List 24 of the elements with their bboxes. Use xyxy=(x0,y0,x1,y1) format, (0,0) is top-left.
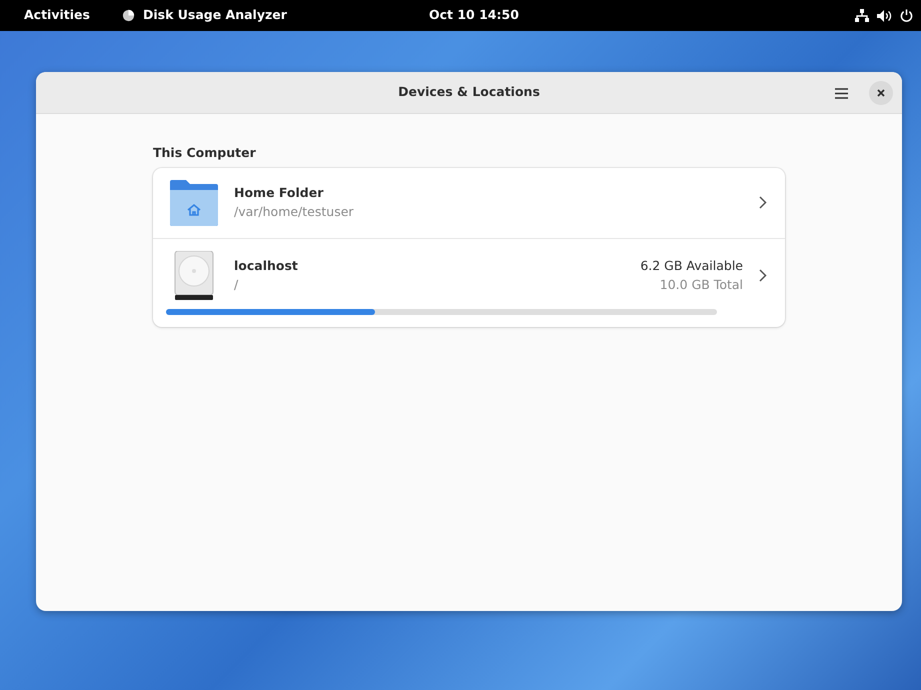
close-icon xyxy=(877,89,885,97)
chevron-right-icon xyxy=(759,196,767,210)
chevron-right-icon xyxy=(759,269,767,282)
total-space: 10.0 GB Total xyxy=(658,276,743,294)
folder-icon xyxy=(170,180,218,226)
network-icon[interactable] xyxy=(855,9,869,22)
menu-icon xyxy=(834,88,848,98)
volume-icon[interactable] xyxy=(877,10,892,22)
location-row[interactable]: Home Folder /var/home/testuser xyxy=(153,168,785,238)
power-icon[interactable] xyxy=(900,9,913,22)
location-row[interactable]: localhost / 6.2 GB Available 10.0 GB Total xyxy=(153,238,785,327)
app-menu-label[interactable]: Disk Usage Analyzer xyxy=(142,6,287,25)
location-name: Home Folder xyxy=(234,184,324,202)
section-title: This Computer xyxy=(153,144,257,162)
location-name: localhost xyxy=(234,257,299,275)
hard-drive-icon xyxy=(174,250,214,301)
location-path: / xyxy=(234,276,240,294)
window-title: Devices & Locations xyxy=(398,83,540,102)
available-space: 6.2 GB Available xyxy=(640,257,743,275)
activities-button[interactable]: Activities xyxy=(24,6,90,25)
location-path: /var/home/testuser xyxy=(234,202,355,221)
pie-chart-icon xyxy=(122,9,135,22)
clock[interactable]: Oct 10 14:50 xyxy=(429,6,519,25)
close-button[interactable] xyxy=(869,81,893,105)
